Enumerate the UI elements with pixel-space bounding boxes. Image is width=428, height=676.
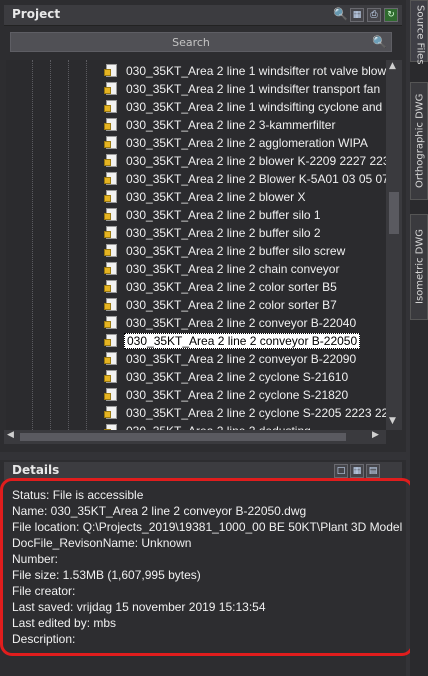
tree-guide-line xyxy=(50,60,51,430)
dwg-file-icon xyxy=(104,82,118,96)
tree-item-label: 030_35KT_Area 2 line 2 cyclone S-21820 xyxy=(126,388,349,402)
tree-item[interactable]: 030_35KT_Area 2 line 1 windsifter rot va… xyxy=(104,62,386,80)
dwg-file-icon xyxy=(104,172,118,186)
dwg-file-icon xyxy=(104,190,118,204)
tree-guide-line xyxy=(32,60,33,430)
dwg-file-icon xyxy=(104,262,118,276)
project-toolbar: 🔍 ▦ ⎙ ↻ xyxy=(333,8,398,22)
tree-item-label: 030_35KT_Area 2 line 2 blower X xyxy=(126,190,306,204)
details-options-icon[interactable]: ▤ xyxy=(366,464,380,478)
tab-orthographic-dwg[interactable]: Orthographic DWG xyxy=(410,82,428,200)
tree-item[interactable]: 030_35KT_Area 2 line 1 windsifter transp… xyxy=(104,80,382,98)
tree-item[interactable]: 030_35KT_Area 2 line 2 color sorter B7 xyxy=(104,296,339,314)
dwg-file-icon xyxy=(104,208,118,222)
tree-item-label: 030_35KT_Area 2 line 2 blower K-2209 222… xyxy=(126,154,386,168)
search-icon[interactable]: 🔍 xyxy=(372,35,387,49)
tree-item[interactable]: 030_35KT_Area 2 line 2 3-kammerfilter xyxy=(104,116,337,134)
project-title: Project xyxy=(12,7,61,21)
tree-item[interactable]: 030_35KT_Area 2 line 2 buffer silo 2 xyxy=(104,224,323,242)
tree-item-label: 030_35KT_Area 2 line 2 cyclone S-2205 22… xyxy=(126,406,386,420)
dwg-file-icon xyxy=(104,136,118,150)
scroll-thumb[interactable] xyxy=(389,192,399,234)
red-highlight-box xyxy=(0,478,414,656)
magnifier-icon[interactable]: 🔍 xyxy=(333,8,348,22)
tab-orthographic-dwg-label: Orthographic DWG xyxy=(414,93,426,189)
tree-item-label: 030_35KT_Area 2 line 1 windsifter rot va… xyxy=(126,64,386,78)
dwg-file-icon xyxy=(104,118,118,132)
table-icon[interactable]: ▦ xyxy=(350,8,364,22)
tab-isometric-dwg-label: Isometric DWG xyxy=(414,229,426,305)
tree-item-label: 030_35KT_Area 2 line 2 conveyor B-22050 xyxy=(124,333,361,349)
tree-vertical-scrollbar[interactable]: ▲ ▼ xyxy=(386,60,402,430)
tree-item[interactable]: 030_35KT_Area 2 line 2 conveyor B-22040 xyxy=(104,314,358,332)
tree-item-label: 030_35KT_Area 2 line 2 color sorter B5 xyxy=(126,280,337,294)
tree-item[interactable]: 030_35KT_Area 2 line 2 agglomeration WIP… xyxy=(104,134,370,152)
tree-item[interactable]: 030_35KT_Area 2 line 2 Blower K-5A01 03 … xyxy=(104,170,386,188)
tree-item[interactable]: 030_35KT_Area 2 line 2 blower X xyxy=(104,188,307,206)
dwg-file-icon xyxy=(104,298,118,312)
tree-item-label: 030_35KT_Area 2 line 2 buffer silo 1 xyxy=(126,208,321,222)
project-header: Project 🔍 ▦ ⎙ ↻ xyxy=(4,5,402,26)
tree-item-label: 030_35KT_Area 2 line 2 agglomeration WIP… xyxy=(126,136,368,150)
dwg-file-icon xyxy=(104,334,118,348)
tree-item[interactable]: 030_35KT_Area 2 line 1 windsifting cyclo… xyxy=(104,98,386,116)
project-tree: 030_35KT_Area 2 line 1 windsifter rot va… xyxy=(6,60,386,430)
tab-source-files-label: Source Files xyxy=(414,5,426,65)
dwg-file-icon xyxy=(104,226,118,240)
tree-item-label: 030_35KT_Area 2 line 1 windsifting cyclo… xyxy=(126,100,386,114)
dwg-file-icon xyxy=(104,388,118,402)
side-tab-strip: Source Files Orthographic DWG Isometric … xyxy=(410,0,428,676)
print-icon[interactable]: ⎙ xyxy=(367,8,381,22)
tree-item-label: 030_35KT_Area 2 line 2 color sorter B7 xyxy=(126,298,337,312)
scroll-right-icon[interactable]: ▶ xyxy=(372,430,379,440)
dwg-file-icon xyxy=(104,316,118,330)
scroll-up-icon[interactable]: ▲ xyxy=(389,61,396,71)
tab-source-files[interactable]: Source Files xyxy=(410,0,428,65)
tree-item[interactable]: 030_35KT_Area 2 line 2 buffer silo screw xyxy=(104,242,347,260)
details-toolbar: □ ▦ ▤ xyxy=(334,464,380,478)
tree-item[interactable]: 030_35KT_Area 2 line 2 cyclone S-21610 xyxy=(104,368,350,386)
tree-item[interactable]: 030_35KT_Area 2 line 2 blower K-2209 222… xyxy=(104,152,386,170)
tree-item-label: 030_35KT_Area 2 line 2 conveyor B-22090 xyxy=(126,352,357,366)
tree-item[interactable]: 030_35KT_Area 2 line 2 chain conveyor xyxy=(104,260,341,278)
tree-item-label: 030_35KT_Area 2 line 1 windsifter transp… xyxy=(126,82,381,96)
dwg-file-icon xyxy=(104,406,118,420)
tree-item-selected[interactable]: 030_35KT_Area 2 line 2 conveyor B-22050 xyxy=(104,332,361,350)
details-title: Details xyxy=(12,463,60,477)
tree-horizontal-scrollbar[interactable]: ◀ ▶ xyxy=(4,430,386,444)
dwg-file-icon xyxy=(104,352,118,366)
dwg-file-icon xyxy=(104,64,118,78)
search-input[interactable] xyxy=(11,33,371,51)
dwg-file-icon xyxy=(104,244,118,258)
tree-item-label: 030_35KT_Area 2 line 2 3-kammerfilter xyxy=(126,118,336,132)
preview-icon[interactable]: ▦ xyxy=(350,464,364,478)
tree-item[interactable]: 030_35KT_Area 2 line 2 cyclone S-21820 xyxy=(104,386,350,404)
tree-item[interactable]: 030_35KT_Area 2 line 2 dedusting xyxy=(104,422,313,430)
tree-item-label: 030_35KT_Area 2 line 2 buffer silo 2 xyxy=(126,226,321,240)
tree-item[interactable]: 030_35KT_Area 2 line 2 conveyor B-22090 xyxy=(104,350,358,368)
scroll-left-icon[interactable]: ◀ xyxy=(7,430,14,440)
tree-guide-line xyxy=(68,60,69,430)
tree-item[interactable]: 030_35KT_Area 2 line 2 buffer silo 1 xyxy=(104,206,323,224)
refresh-icon[interactable]: ↻ xyxy=(384,8,398,22)
scroll-thumb-horizontal[interactable] xyxy=(20,433,346,441)
details-view-icon[interactable]: □ xyxy=(334,464,348,478)
tree-item[interactable]: 030_35KT_Area 2 line 2 cyclone S-2205 22… xyxy=(104,404,386,422)
panel-splitter[interactable] xyxy=(0,452,406,460)
dwg-file-icon xyxy=(104,280,118,294)
dwg-file-icon xyxy=(104,154,118,168)
tree-item[interactable]: 030_35KT_Area 2 line 2 color sorter B5 xyxy=(104,278,339,296)
scroll-down-icon[interactable]: ▼ xyxy=(389,416,396,426)
tree-item-label: 030_35KT_Area 2 line 2 chain conveyor xyxy=(126,262,340,276)
search-box: 🔍 xyxy=(10,32,392,52)
dwg-file-icon xyxy=(104,100,118,114)
tree-item-label: 030_35KT_Area 2 line 2 buffer silo screw xyxy=(126,244,346,258)
tab-isometric-dwg[interactable]: Isometric DWG xyxy=(410,214,428,320)
tree-item-label: 030_35KT_Area 2 line 2 conveyor B-22040 xyxy=(126,316,357,330)
dwg-file-icon xyxy=(104,370,118,384)
tree-item-label: 030_35KT_Area 2 line 2 cyclone S-21610 xyxy=(126,370,349,384)
tree-guide-line xyxy=(86,60,87,430)
tree-item-label: 030_35KT_Area 2 line 2 Blower K-5A01 03 … xyxy=(126,172,386,186)
